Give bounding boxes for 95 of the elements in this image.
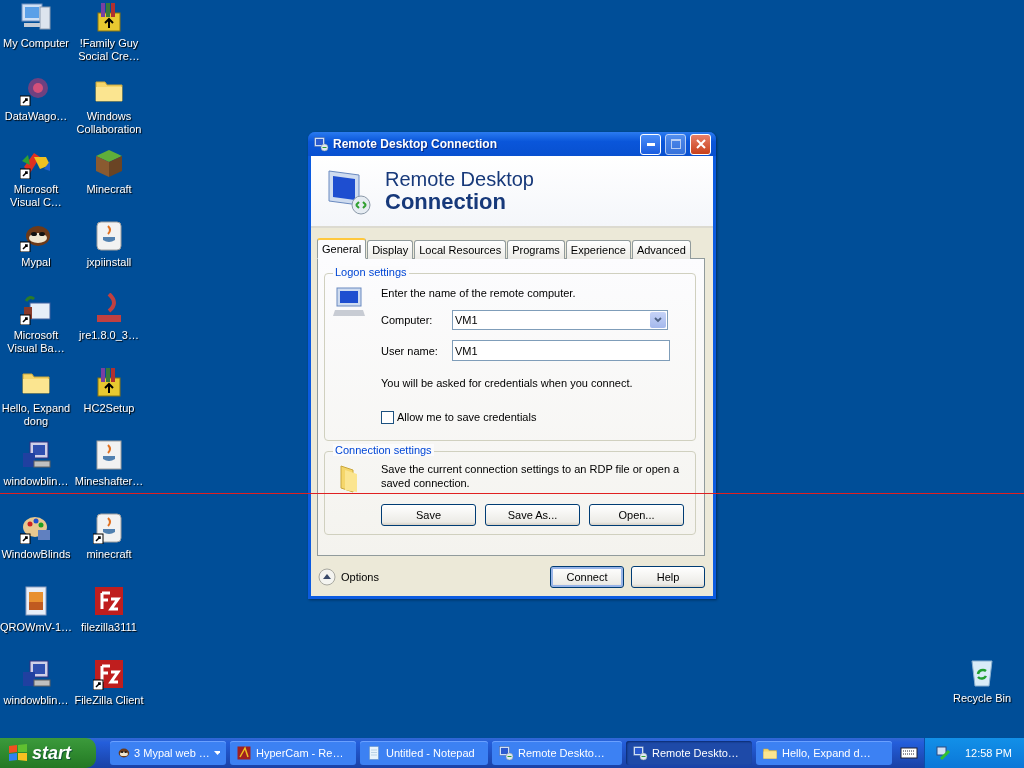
desktop-icon[interactable]: FileZilla Client bbox=[72, 658, 146, 731]
icon-label: Recycle Bin bbox=[951, 692, 1013, 705]
tab[interactable]: General bbox=[317, 238, 367, 259]
icon-label: jre1.8.0_3… bbox=[77, 329, 140, 342]
tab[interactable]: Programs bbox=[507, 240, 565, 259]
taskbar-button[interactable]: 3 Mypal web … bbox=[110, 741, 226, 765]
taskbar-button[interactable]: HyperCam - Re… bbox=[230, 741, 356, 765]
file-button[interactable]: Open... bbox=[589, 504, 684, 526]
close-button[interactable] bbox=[690, 133, 711, 155]
icon-label: DataWago… bbox=[3, 110, 69, 123]
icon-label: minecraft bbox=[85, 548, 133, 561]
windows-flag-icon bbox=[8, 743, 28, 763]
desktop-icon[interactable]: Microsoft Visual Ba… bbox=[0, 293, 72, 366]
icon-label: FileZilla Client bbox=[73, 694, 145, 707]
group-legend: Logon settings bbox=[333, 266, 409, 278]
icon-label: windowblin… bbox=[2, 694, 70, 707]
remote-desktop-icon bbox=[632, 745, 648, 761]
chevron-down-icon bbox=[654, 317, 662, 323]
notepad-icon bbox=[366, 745, 382, 761]
icon-label: WindowBlinds bbox=[0, 548, 72, 561]
minimize-icon bbox=[646, 142, 655, 146]
file-button[interactable]: Save bbox=[381, 504, 476, 526]
icon-label: Windows Collaboration bbox=[75, 110, 143, 136]
icon-label: Mineshafter… bbox=[73, 475, 145, 488]
window-title: Remote Desktop Connection bbox=[333, 137, 498, 151]
field-label: User name: bbox=[381, 344, 439, 357]
file-button[interactable]: Save As... bbox=[485, 504, 580, 526]
field-label: Computer: bbox=[381, 314, 434, 326]
start-button[interactable]: start bbox=[0, 738, 96, 768]
tab[interactable]: Experience bbox=[565, 240, 631, 259]
tab[interactable]: Advanced bbox=[631, 240, 691, 259]
computer-dropdown[interactable]: VM1 bbox=[452, 310, 668, 330]
desktop-icon[interactable]: jre1.8.0_3… bbox=[72, 293, 146, 366]
taskbar-button[interactable]: Remote Deskto… bbox=[492, 741, 622, 765]
icon-label: windowblin… bbox=[2, 475, 70, 488]
taskbar-button[interactable]: Hello, Expand d… bbox=[756, 741, 892, 765]
keyboard-icon[interactable] bbox=[900, 746, 918, 760]
folder-icon bbox=[762, 745, 778, 761]
maximize-icon bbox=[670, 139, 681, 149]
banner-title: Connection bbox=[385, 190, 506, 214]
info-text: You will be asked for credentials when you connect. bbox=[381, 376, 634, 390]
banner-title: Remote Desktop bbox=[385, 168, 534, 190]
desktop-icon[interactable]: HC2Setup bbox=[72, 366, 146, 439]
checkbox[interactable] bbox=[381, 410, 394, 424]
collapse-icon bbox=[318, 568, 336, 586]
desktop-icon[interactable]: Windows Collaboration bbox=[72, 74, 146, 147]
desktop-icon[interactable]: windowblin… bbox=[0, 658, 72, 731]
remote-desktop-icon bbox=[313, 136, 329, 152]
desktop-icon[interactable]: Mineshafter… bbox=[72, 439, 146, 512]
desktop-icon[interactable]: Minecraft bbox=[72, 147, 146, 220]
description-text: Save the current connection settings to an RDP file or open a saved connection. bbox=[381, 462, 681, 490]
options-toggle[interactable]: Options bbox=[318, 568, 543, 586]
desktop-icon[interactable]: Recycle Bin bbox=[944, 656, 1020, 705]
desktop-icon[interactable]: !Family Guy Social Cre… bbox=[72, 1, 146, 74]
dialog-button[interactable]: Help bbox=[631, 566, 705, 588]
caret-icon bbox=[213, 751, 220, 755]
desktop-icon[interactable]: My Computer bbox=[0, 1, 72, 74]
taskbar-button[interactable]: Untitled - Notepad bbox=[360, 741, 488, 765]
icon-label: jxpiinstall bbox=[85, 256, 133, 269]
group-legend: Connection settings bbox=[333, 444, 434, 456]
taskbar-button[interactable]: Remote Deskto… bbox=[626, 741, 752, 765]
checkbox-label: Allow me to save credentials bbox=[397, 410, 537, 424]
computer-icon bbox=[333, 286, 367, 318]
desktop-icon[interactable]: Mypal bbox=[0, 220, 72, 293]
icon-label: Mypal bbox=[20, 256, 52, 269]
desktop-icon[interactable]: Microsoft Visual C… bbox=[0, 147, 72, 220]
dialog-button[interactable]: Connect bbox=[550, 566, 624, 588]
desktop-icon[interactable]: jxpiinstall bbox=[72, 220, 146, 293]
desktop-icon[interactable]: DataWago… bbox=[0, 74, 72, 147]
icon-label: Microsoft Visual Ba… bbox=[6, 329, 66, 355]
icon-label: !Family Guy Social Cre… bbox=[77, 37, 141, 63]
desktop-icon[interactable]: Hello, Expand dong bbox=[0, 366, 72, 439]
close-icon bbox=[695, 139, 706, 149]
instruction-text: Enter the name of the remote computer. bbox=[381, 286, 577, 300]
icon-label: Microsoft Visual C… bbox=[9, 183, 63, 209]
monitor-icon bbox=[325, 167, 373, 215]
desktop-icon[interactable]: filezilla3111 bbox=[72, 585, 146, 658]
icon-label: QROWmV-1… bbox=[0, 621, 73, 634]
icon-label: filezilla3111 bbox=[80, 621, 138, 634]
icon-label: My Computer bbox=[2, 37, 70, 50]
input-field[interactable]: VM1 bbox=[452, 340, 670, 361]
network-icon[interactable] bbox=[934, 745, 951, 761]
desktop-icon[interactable]: minecraft bbox=[72, 512, 146, 585]
minimize-button[interactable] bbox=[640, 133, 661, 155]
desktop-icon[interactable]: windowblin… bbox=[0, 439, 72, 512]
tab[interactable]: Local Resources bbox=[414, 240, 507, 259]
remote-desktop-icon bbox=[498, 745, 514, 761]
icon-label: Hello, Expand dong bbox=[0, 402, 72, 428]
desktop-icon[interactable]: WindowBlinds bbox=[0, 512, 72, 585]
icon-label: HC2Setup bbox=[82, 402, 136, 415]
clock[interactable]: 12:58 PM bbox=[964, 747, 1012, 759]
icon-label: Minecraft bbox=[85, 183, 133, 196]
tab[interactable]: Display bbox=[367, 240, 414, 259]
maximize-button[interactable] bbox=[665, 133, 686, 155]
desktop-icon[interactable]: QROWmV-1… bbox=[0, 585, 72, 658]
